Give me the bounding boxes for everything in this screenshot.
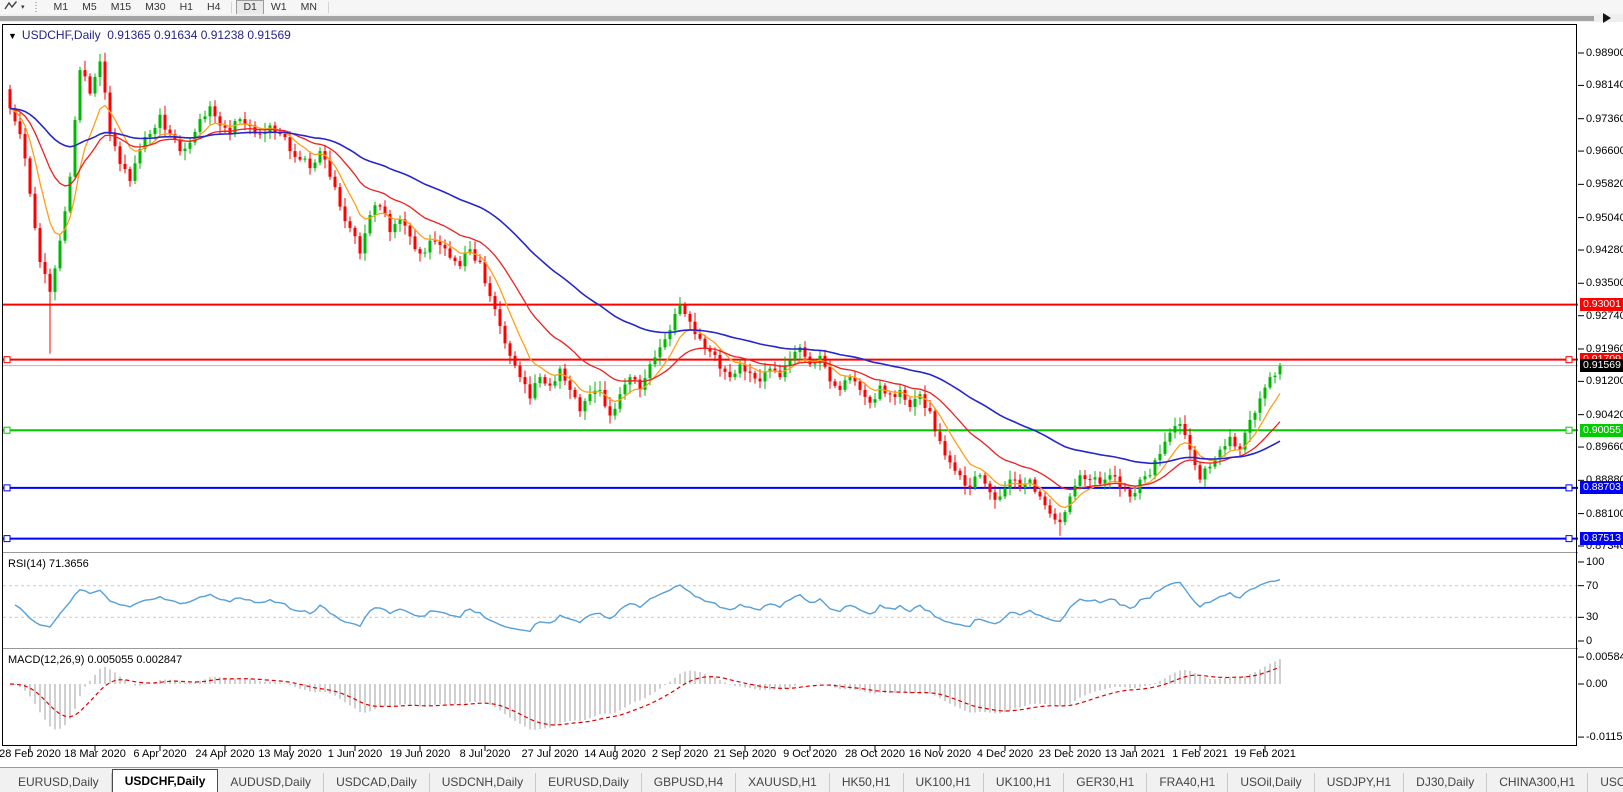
hline-price-tag: 0.93001 [1580,298,1623,311]
date-axis-label: 28 Oct 2020 [839,748,911,760]
price-axis-tick: 0.90420 [1586,409,1623,421]
date-axis-label: 24 Apr 2020 [189,748,261,760]
hline-price-tag: 0.90055 [1580,424,1623,437]
symbol-tab-ger30-h1[interactable]: GER30,H1 [1064,773,1147,792]
price-axis-tick: 0.88100 [1586,508,1623,520]
timeframe-button-h1[interactable]: H1 [173,0,200,15]
date-axis-label: 1 Jun 2020 [319,748,391,760]
symbol-tab-usdchf-daily[interactable]: USDCHF,Daily [112,769,219,792]
timeframe-button-m15[interactable]: M15 [104,0,138,15]
price-axis-tick: 0.94280 [1586,244,1623,256]
hline-price-tag: 0.87513 [1580,532,1623,545]
macd-axis-tick: 0.005844 [1586,651,1623,663]
symbol-tab-usdcad-daily[interactable]: USDCAD,Daily [324,773,430,792]
symbol-tab-xauusd-h1[interactable]: XAUUSD,H1 [736,773,830,792]
hline-price-tag: 0.88703 [1580,481,1623,494]
rsi-axis-tick: 30 [1586,611,1598,623]
tool-dropdown-arrow-icon[interactable]: ▾ [21,3,25,11]
symbol-tab-gbpusd-h4[interactable]: GBPUSD,H4 [642,773,736,792]
price-axis-tick: 0.91200 [1586,375,1623,387]
scroll-to-end-icon[interactable] [1603,13,1611,23]
timeframe-buttons: M1M5M15M30H1H4 D1W1MN [47,0,333,15]
symbol-tab-fra40-h1[interactable]: FRA40,H1 [1147,773,1228,792]
timeframe-button-m1[interactable]: M1 [47,0,76,15]
symbol-tab-china300-h1[interactable]: CHINA300,H1 [1487,773,1588,792]
timeframe-button-m30[interactable]: M30 [138,0,172,15]
date-axis-label: 16 Nov 2020 [904,748,976,760]
date-axis-label: 19 Jun 2020 [384,748,456,760]
chart-hscrollbar[interactable] [0,14,1623,22]
symbol-tab-eurusd-daily[interactable]: EURUSD,Daily [536,773,642,792]
symbol-tab-uk100-h1[interactable]: UK100,H1 [904,773,984,792]
date-axis-label: 23 Dec 2020 [1034,748,1106,760]
macd-axis-tick: 0.00 [1586,678,1607,690]
chart-hscroll-thumb[interactable] [0,16,1594,21]
toolbar-separator [231,2,232,13]
price-axis-tick: 0.96600 [1586,145,1623,157]
collapse-triangle-icon[interactable]: ▼ [8,31,17,41]
price-axis-tick: 0.93500 [1586,277,1623,289]
price-axis-tick: 0.92740 [1586,310,1623,322]
rsi-axis-tick: 0 [1586,635,1592,647]
timeframe-button-mn[interactable]: MN [294,0,324,15]
timeframe-button-m5[interactable]: M5 [75,0,104,15]
price-axis-tick: 0.89660 [1586,441,1623,453]
date-axis-label: 4 Dec 2020 [969,748,1041,760]
symbol-tab-usoil-daily[interactable]: USOil,Daily [1228,773,1314,792]
mt4-terminal: { "toolbar": { "tool_icon": "cursor-draw… [0,0,1623,792]
date-axis-label: 1 Feb 2021 [1164,748,1236,760]
macd-indicator-label: MACD(12,26,9) 0.005055 0.002847 [8,654,182,666]
current-price-tag: 0.91569 [1580,359,1623,372]
date-axis-label: 28 Feb 2020 [0,748,66,760]
rsi-axis-tick: 100 [1586,556,1604,568]
price-axis-tick: 0.95040 [1586,212,1623,224]
symbol-tab-hk50-h1[interactable]: HK50,H1 [830,773,904,792]
timeframe-button-w1[interactable]: W1 [264,0,294,15]
symbol-tab-usdcnh-daily[interactable]: USDCNH,Daily [430,773,536,792]
chart-ohlc-readout: 0.91365 0.91634 0.91238 0.91569 [107,28,291,42]
date-axis-label: 19 Feb 2021 [1229,748,1301,760]
date-axis-label: 18 Mar 2020 [59,748,131,760]
price-axis-tick: 0.97360 [1586,113,1623,125]
rsi-axis-tick: 70 [1586,580,1598,592]
date-axis-label: 14 Aug 2020 [579,748,651,760]
timeframe-button-h4[interactable]: H4 [200,0,227,15]
rsi-indicator-label: RSI(14) 71.3656 [8,558,89,570]
chart-symbol-label: USDCHF,Daily [22,28,101,42]
date-axis-label: 27 Jul 2020 [514,748,586,760]
symbol-tab-usoil-[interactable]: USOil, [1588,773,1623,792]
symbol-tab-audusd-daily[interactable]: AUDUSD,Daily [218,773,324,792]
date-axis-label: 13 May 2020 [254,748,326,760]
date-axis-label: 6 Apr 2020 [124,748,196,760]
price-axis-tick: 0.98900 [1586,47,1623,59]
symbol-tab-uk100-h1[interactable]: UK100,H1 [984,773,1064,792]
macd-axis-tick: -0.011516 [1586,731,1623,743]
timeframe-toolbar: ▾ M1M5M15M30H1H4 D1W1MN [0,0,1623,14]
chart-canvas[interactable] [0,0,1623,792]
date-axis-label: 13 Jan 2021 [1099,748,1171,760]
symbol-tab-usdjpy-h1[interactable]: USDJPY,H1 [1315,773,1404,792]
date-axis-label: 21 Sep 2020 [709,748,781,760]
date-axis-label: 8 Jul 2020 [449,748,521,760]
toolbar-grip[interactable] [35,2,39,13]
symbol-tab-eurusd-daily[interactable]: EURUSD,Daily [6,773,112,792]
chart-title: ▼ USDCHF,Daily 0.91365 0.91634 0.91238 0.… [8,28,291,42]
date-axis-label: 9 Oct 2020 [774,748,846,760]
price-axis-tick: 0.95820 [1586,178,1623,190]
symbol-tab-bar: EURUSD,DailyUSDCHF,DailyAUDUSD,DailyUSDC… [0,767,1623,792]
date-axis-label: 2 Sep 2020 [644,748,716,760]
timeframe-button-d1[interactable]: D1 [236,0,263,15]
toolbar-separator [328,2,329,13]
price-axis-tick: 0.98140 [1586,79,1623,91]
symbol-tab-dj30-daily[interactable]: DJ30,Daily [1404,773,1487,792]
